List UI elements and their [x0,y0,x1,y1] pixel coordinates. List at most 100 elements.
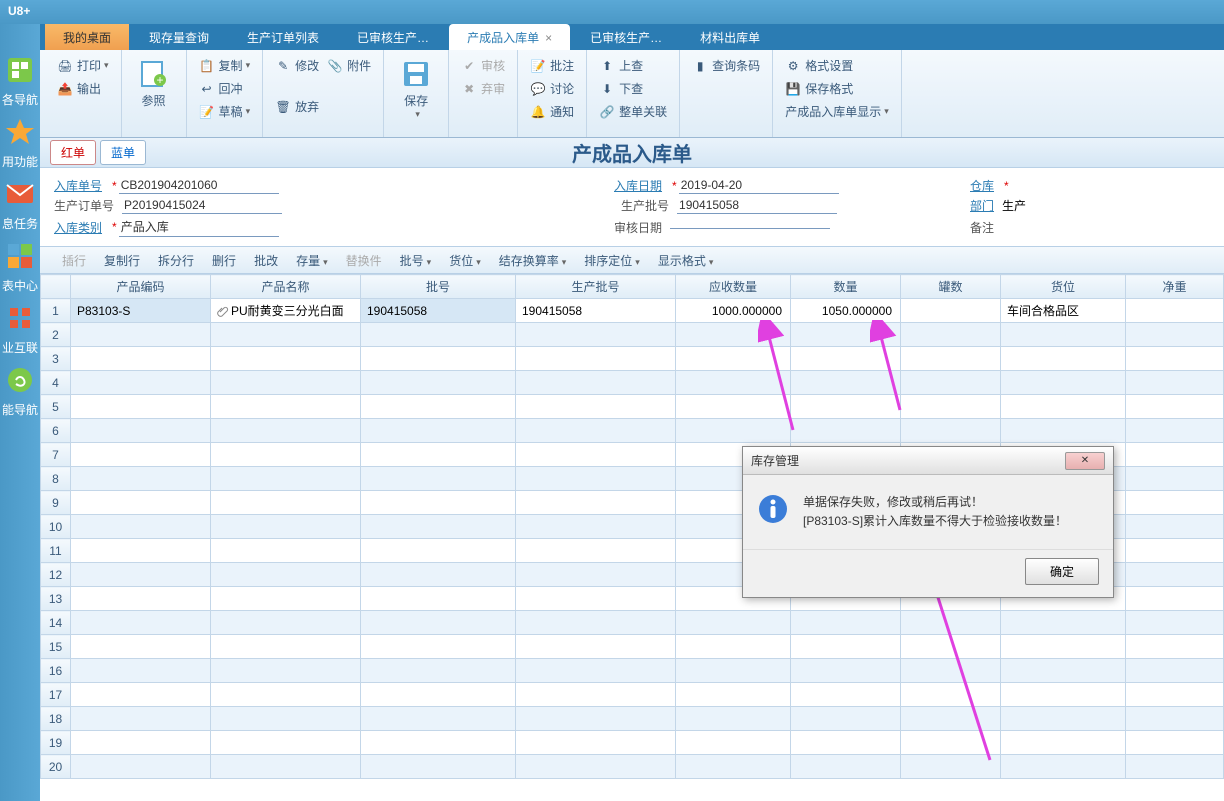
close-icon[interactable]: × [545,31,552,45]
dialog-message: 单据保存失败，修改或稍后再试！ [P83103-S]累计入库数量不得大于检验接收… [803,493,1067,531]
table-row[interactable]: 15 [41,635,1224,659]
display-button[interactable]: 产成品入库单显示 [781,101,893,122]
tab-desktop[interactable]: 我的桌面 [45,24,129,50]
print-button[interactable]: 🖨打印 [53,55,113,76]
table-row[interactable]: 18 [41,707,1224,731]
tab-inbound[interactable]: 产成品入库单× [449,24,570,50]
title-bar: U8+ [0,0,1224,24]
table-row[interactable]: 2 [41,323,1224,347]
side-cloud[interactable]: 业互联 [2,302,38,356]
table-row[interactable]: 16 [41,659,1224,683]
up-button[interactable]: ⬆上查 [595,55,671,76]
chat-button[interactable]: 💬讨论 [526,78,578,99]
lbl-type[interactable]: 入库类别 [54,219,102,236]
ribbon: 🖨打印 📤输出 +参照 📋复制 ↩回冲 📝草稿 ✎修改 📎附件 🗑放弃 保存 ✔… [0,50,1224,138]
val-adate[interactable] [670,226,830,229]
format-button[interactable]: ⚙格式设置 [781,55,893,76]
cell-cans [901,299,1001,323]
table-row[interactable]: 3 [41,347,1224,371]
draft-button[interactable]: 📝草稿 [195,101,255,122]
g-loc[interactable]: 货位 [441,249,489,272]
g-stock[interactable]: 存量 [288,249,336,272]
audit-button[interactable]: ✔审核 [457,55,509,76]
down-button[interactable]: ⬇下查 [595,78,671,99]
dialog-close[interactable]: ✕ [1065,452,1105,470]
dialog-title: 库存管理✕ [743,447,1113,475]
tab-approved2[interactable]: 已审核生产… [572,24,680,50]
savefmt-button[interactable]: 💾保存格式 [781,78,893,99]
cell-loc: 车间合格品区 [1001,299,1126,323]
table-row[interactable]: 19 [41,731,1224,755]
table-row[interactable]: 17 [41,683,1224,707]
lbl-date[interactable]: 入库日期 [614,177,662,194]
table-row[interactable]: 20 [41,755,1224,779]
info-icon [757,493,789,525]
tab-approved1[interactable]: 已审核生产… [339,24,447,50]
side-fav[interactable]: 用功能 [2,116,38,170]
form: 入库单号*CB201904201060 入库日期*2019-04-20 仓库* … [40,168,1224,246]
left-sidebar: 各导航 用功能 息任务 表中心 业互联 能导航 [0,24,40,801]
g-insert[interactable]: 插行 [54,249,94,272]
tab-orders[interactable]: 生产订单列表 [229,24,337,50]
lbl-order: 生产订单号 [54,197,114,214]
undo-button[interactable]: ↩回冲 [195,78,255,99]
ref-button[interactable]: +参照 [130,54,178,113]
blue-pill[interactable]: 蓝单 [100,140,146,165]
sub-bar: 红单 蓝单 产成品入库单 [40,138,1224,168]
g-sort[interactable]: 排序定位 [576,249,648,272]
attach-button[interactable]: 📎附件 [323,55,375,76]
g-copy[interactable]: 复制行 [96,249,148,272]
cell-code: P83103-S [71,299,211,323]
cell-plot: 190415058 [516,299,676,323]
notify-button[interactable]: 🔔通知 [526,101,578,122]
svg-text:+: + [156,73,163,87]
table-row[interactable]: 1 P83103-S PU耐黄变三分光白面 190415058 19041505… [41,299,1224,323]
side-report[interactable]: 表中心 [2,240,38,294]
lbl-wh[interactable]: 仓库 [970,177,994,194]
table-row[interactable]: 6 [41,419,1224,443]
cell-lot: 190415058 [361,299,516,323]
copy-button[interactable]: 📋复制 [195,55,255,76]
g-replace[interactable]: 替换件 [338,249,390,272]
side-msg[interactable]: 息任务 [2,178,38,232]
g-batch[interactable]: 批改 [246,249,286,272]
lbl-adate: 审核日期 [614,219,662,236]
g-disp[interactable]: 显示格式 [650,249,722,272]
grid-toolbar: 插行 复制行 拆分行 删行 批改 存量 替换件 批号 货位 结存换算率 排序定位… [40,246,1224,274]
val-batch[interactable]: 190415058 [677,197,837,214]
table-row[interactable]: 5 [41,395,1224,419]
lbl-remark: 备注 [970,219,994,236]
red-pill[interactable]: 红单 [50,140,96,165]
barcode-button[interactable]: ▮查询条码 [688,55,764,76]
header-row: 产品编码 产品名称 批号 生产批号 应收数量 数量 罐数 货位 净重 [41,275,1224,299]
abandon-button: ✖弃审 [457,78,509,99]
save-button[interactable]: 保存 [392,54,440,124]
lbl-docno[interactable]: 入库单号 [54,177,102,194]
val-order[interactable]: P20190415024 [122,197,282,214]
tab-stock[interactable]: 现存量查询 [131,24,227,50]
discard-button[interactable]: 🗑放弃 [271,96,323,117]
error-dialog: 库存管理✕ 单据保存失败，修改或稍后再试！ [P83103-S]累计入库数量不得… [742,446,1114,598]
lbl-dept[interactable]: 部门 [970,197,994,214]
tab-outbound[interactable]: 材料出库单 [682,24,778,50]
table-row[interactable]: 14 [41,611,1224,635]
lbl-batch: 生产批号 [621,197,669,214]
val-docno[interactable]: CB201904201060 [119,177,279,194]
table-row[interactable]: 4 [41,371,1224,395]
output-button[interactable]: 📤输出 [53,78,113,99]
ok-button[interactable]: 确定 [1025,558,1099,585]
val-date[interactable]: 2019-04-20 [679,177,839,194]
approve-button[interactable]: 📝批注 [526,55,578,76]
val-type[interactable]: 产品入库 [119,217,279,237]
link-button[interactable]: 🔗整单关联 [595,101,671,122]
g-del[interactable]: 删行 [204,249,244,272]
modify-button[interactable]: ✎修改 [271,55,323,76]
g-lot[interactable]: 批号 [392,249,440,272]
doc-tabs: 我的桌面 现存量查询 生产订单列表 已审核生产… 产成品入库单× 已审核生产… … [0,24,1224,50]
g-rate[interactable]: 结存换算率 [491,249,575,272]
g-split[interactable]: 拆分行 [150,249,202,272]
cell-qty2: 1050.000000 [791,299,901,323]
side-smart[interactable]: 能导航 [2,364,38,418]
side-nav[interactable]: 各导航 [2,54,38,108]
doc-title: 产成品入库单 [150,138,1114,167]
